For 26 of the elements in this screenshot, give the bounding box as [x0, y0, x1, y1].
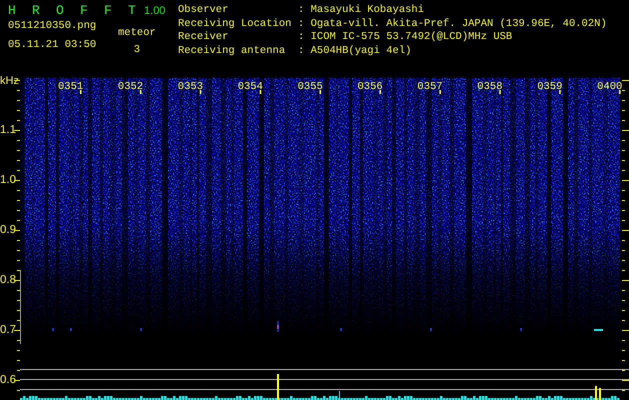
time-label: 0356	[358, 81, 383, 93]
axis-label: 0.6	[0, 373, 16, 388]
axis-unit: kHz	[0, 75, 19, 87]
axis-label: 0.7	[0, 323, 16, 338]
info-label: Observer	[178, 4, 230, 18]
date-time: 05.11.21 03:50	[8, 38, 98, 52]
meteor-label: meteor	[118, 27, 156, 40]
time-label: 0358	[477, 81, 503, 93]
axis-label: 0.9	[0, 223, 16, 238]
meteor-count: 3	[134, 44, 140, 57]
info-value: : A504HB(yagi 4el)	[298, 44, 412, 58]
version-number: 1.00	[144, 5, 166, 17]
info-value: : ICOM IC-575 53.7492(@LCD)MHz USB	[298, 31, 514, 44]
app-title: H R O F F T	[8, 3, 140, 18]
info-value: : Ogata-vill. Akita-Pref. JAPAN (139.96E, 40.02N)	[298, 18, 607, 31]
axis-label: 0.8	[0, 273, 16, 288]
axis-label: 1.0	[0, 173, 16, 188]
info-label: Receiving Location	[178, 18, 292, 31]
info-value: : Masayuki Kobayashi	[298, 4, 426, 18]
time-label: 0400	[597, 81, 622, 93]
axis-label: 1.1	[0, 123, 16, 138]
info-label: Receiver	[178, 31, 230, 44]
time-label: 0353	[178, 81, 204, 93]
time-label: 0355	[298, 81, 323, 93]
file-name: 0511210350.png	[8, 20, 98, 34]
info-label: Receiving antenna	[178, 44, 286, 58]
